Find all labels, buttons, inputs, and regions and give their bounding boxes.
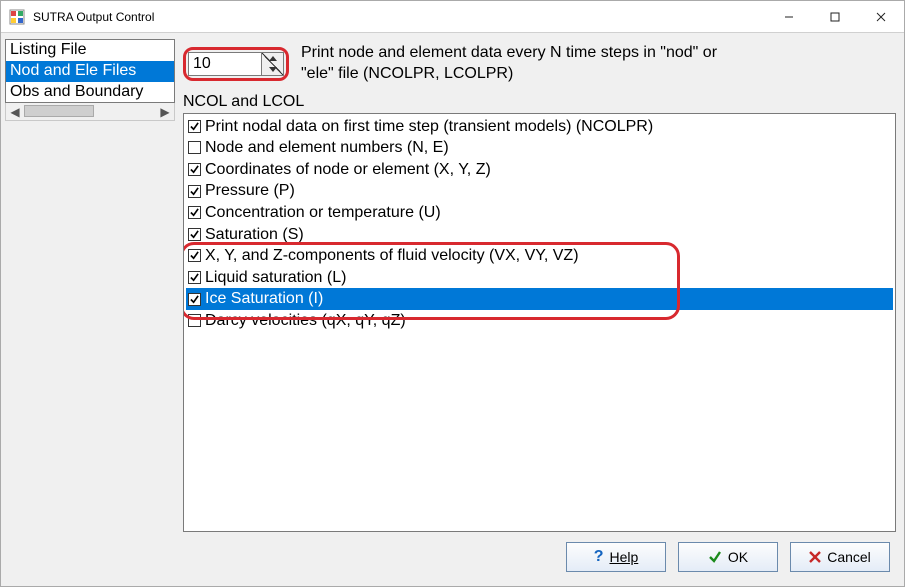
option-row[interactable]: Concentration or temperature (U) [186,202,893,224]
scroll-track[interactable] [24,103,156,120]
interval-spin-buttons[interactable] [262,52,284,76]
options-listbox[interactable]: Print nodal data on first time step (tra… [183,113,896,532]
checkbox[interactable] [188,271,201,284]
checkbox[interactable] [188,314,201,327]
interval-input[interactable] [188,52,262,76]
option-row[interactable]: Print nodal data on first time step (tra… [186,116,893,138]
checkbox[interactable] [188,249,201,262]
window-frame: SUTRA Output Control Listing FileNod and… [0,0,905,587]
window-controls [766,1,904,32]
option-row[interactable]: Ice Saturation (I) [186,288,893,310]
option-row[interactable]: X, Y, and Z-components of fluid velocity… [186,245,893,267]
option-row[interactable]: Node and element numbers (N, E) [186,137,893,159]
interval-description-line1: Print node and element data every N time… [301,43,717,64]
close-button[interactable] [858,1,904,32]
minimize-button[interactable] [766,1,812,32]
sidebar-horizontal-scrollbar[interactable]: ◀ ▶ [5,103,175,121]
help-button-label: Help [609,549,638,565]
title-bar: SUTRA Output Control [1,1,904,33]
option-row[interactable]: Coordinates of node or element (X, Y, Z) [186,159,893,181]
sidebar-item[interactable]: Nod and Ele Files [6,61,175,82]
cross-icon [809,551,821,563]
scroll-right-arrow-icon[interactable]: ▶ [156,103,174,120]
checkbox[interactable] [188,206,201,219]
checkbox[interactable] [188,163,201,176]
option-label: Node and element numbers (N, E) [205,137,449,159]
client-area: Listing FileNod and Ele FilesObs and Bou… [1,33,904,532]
scroll-left-arrow-icon[interactable]: ◀ [6,103,24,120]
option-row[interactable]: Darcy velocities (qX, qY, qZ) [186,310,893,332]
help-button[interactable]: ? Help [566,542,666,572]
interval-spin-highlight [183,47,289,81]
spin-up-button[interactable] [262,53,283,64]
cancel-button-label: Cancel [827,549,871,565]
checkbox[interactable] [188,120,201,133]
option-label: Ice Saturation (I) [205,288,323,310]
checkbox[interactable] [188,228,201,241]
option-label: Saturation (S) [205,224,304,246]
main-panel: Print node and element data every N time… [183,39,896,532]
option-label: Print nodal data on first time step (tra… [205,116,653,138]
sidebar-item[interactable]: Listing File [6,40,175,61]
interval-description-line2: "ele" file (NCOLPR, LCOLPR) [301,64,717,85]
cancel-button[interactable]: Cancel [790,542,890,572]
checkbox[interactable] [188,141,201,154]
checkbox[interactable] [188,293,201,306]
option-row[interactable]: Saturation (S) [186,224,893,246]
interval-row: Print node and element data every N time… [183,39,896,91]
interval-description: Print node and element data every N time… [301,43,717,85]
dialog-buttons: ? Help OK Cancel [1,532,904,586]
option-label: Concentration or temperature (U) [205,202,441,224]
ok-button[interactable]: OK [678,542,778,572]
help-icon: ? [594,548,604,566]
option-label: Pressure (P) [205,180,295,202]
scroll-thumb[interactable] [24,105,94,117]
options-group-label: NCOL and LCOL [183,91,896,113]
left-column: Listing FileNod and Ele FilesObs and Bou… [5,39,175,532]
category-list[interactable]: Listing FileNod and Ele FilesObs and Bou… [5,39,175,103]
option-label: Coordinates of node or element (X, Y, Z) [205,159,491,181]
option-label: Liquid saturation (L) [205,267,346,289]
maximize-button[interactable] [812,1,858,32]
checkbox[interactable] [188,185,201,198]
app-icon [9,9,25,25]
spin-down-button[interactable] [262,64,283,75]
option-row[interactable]: Liquid saturation (L) [186,267,893,289]
option-label: X, Y, and Z-components of fluid velocity… [205,245,579,267]
option-row[interactable]: Pressure (P) [186,180,893,202]
check-icon [708,550,722,564]
window-title: SUTRA Output Control [33,10,766,24]
option-label: Darcy velocities (qX, qY, qZ) [205,310,406,332]
ok-button-label: OK [728,549,748,565]
sidebar-item[interactable]: Obs and Boundary [6,82,175,103]
